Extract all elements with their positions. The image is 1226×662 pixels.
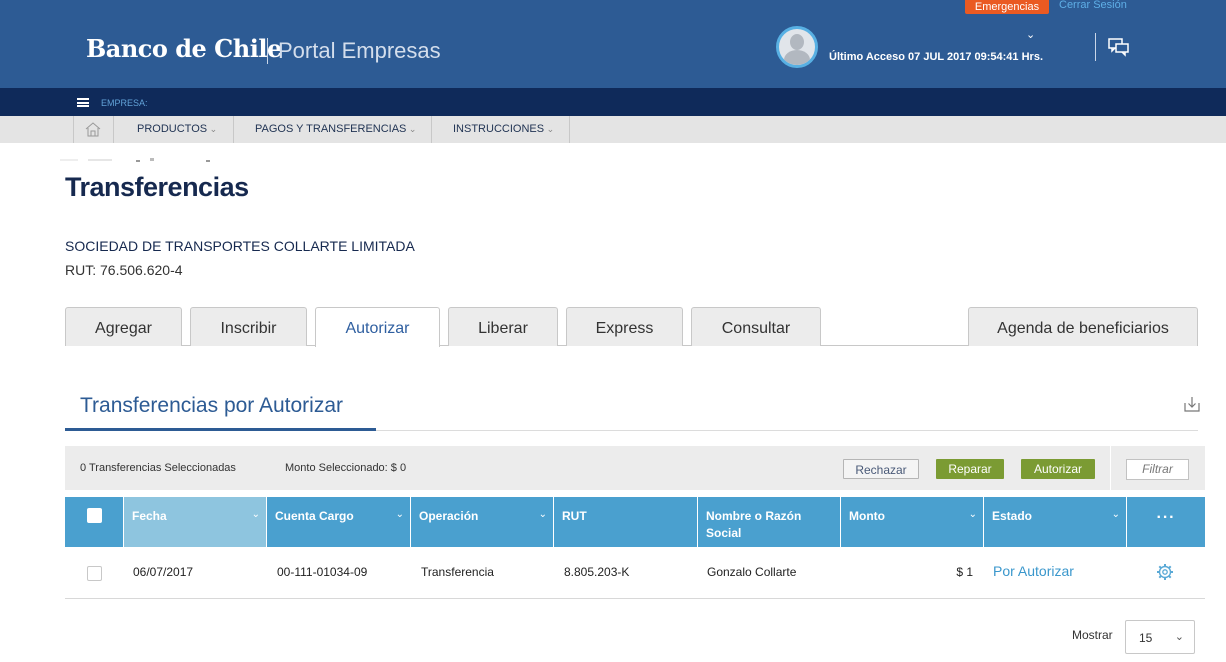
row-checkbox[interactable] xyxy=(87,566,102,581)
last-access-text: Último Acceso 07 JUL 2017 09:54:41 Hrs. xyxy=(829,51,1044,63)
page-size-label: Mostrar xyxy=(1072,628,1113,642)
gear-icon[interactable] xyxy=(1156,563,1174,581)
select-all-cell xyxy=(65,497,123,547)
tab-express[interactable]: Express xyxy=(566,307,683,346)
menu-icon[interactable] xyxy=(77,98,89,107)
column-cuenta-cargo[interactable]: Cuenta Cargo ⌄ xyxy=(267,497,410,547)
selected-amount: Monto Seleccionado: $ 0 xyxy=(285,462,407,474)
column-label: Estado xyxy=(992,509,1033,523)
column-label: Operación xyxy=(419,509,479,523)
nav-label: PRODUCTOS xyxy=(137,123,208,135)
column-label: RUT xyxy=(562,509,587,523)
main-nav: PRODUCTOS ⌄ PAGOS Y TRANSFERENCIAS ⌄ INS… xyxy=(0,116,1226,143)
home-icon xyxy=(85,122,101,137)
page-size-value: 15 xyxy=(1139,631,1153,645)
nav-productos[interactable]: PRODUCTOS ⌄ xyxy=(113,116,233,143)
emergency-button[interactable]: Emergencias xyxy=(965,0,1049,14)
page-size-select[interactable]: 15 ⌄ xyxy=(1125,620,1195,654)
selected-count: 0 Transferencias Seleccionadas xyxy=(80,462,236,474)
portal-title: Portal Empresas xyxy=(278,38,441,63)
table-row: 06/07/2017 00-111-01034-09 Transferencia… xyxy=(65,547,1205,599)
column-label: Nombre o Razón Social xyxy=(706,509,802,540)
tab-agenda-beneficiarios[interactable]: Agenda de beneficiarios xyxy=(968,307,1198,346)
empresa-label: EMPRESA: xyxy=(101,98,148,108)
chevron-down-icon: ⌄ xyxy=(1111,509,1120,520)
breadcrumb-remnant xyxy=(60,158,210,162)
column-rut[interactable]: RUT xyxy=(554,497,697,547)
cell-operacion: Transferencia xyxy=(421,565,494,579)
nav-label: PAGOS Y TRANSFERENCIAS xyxy=(255,123,407,135)
chevron-down-icon: ⌄ xyxy=(538,509,547,520)
chevron-down-icon: ⌄ xyxy=(207,124,218,134)
chevron-down-icon: ⌄ xyxy=(251,509,260,520)
section-underline xyxy=(65,428,376,431)
column-monto[interactable]: Monto ⌄ xyxy=(841,497,983,547)
cell-fecha: 06/07/2017 xyxy=(133,565,194,579)
tab-consultar[interactable]: Consultar xyxy=(691,307,821,346)
table-header: Fecha ⌄ Cuenta Cargo ⌄ Operación ⌄ RUT Nomb… xyxy=(65,497,1205,547)
action-bar: 0 Transferencias Seleccionadas Monto Sel… xyxy=(65,446,1205,490)
chevron-down-icon: ⌄ xyxy=(406,124,417,134)
tab-inscribir[interactable]: Inscribir xyxy=(190,307,307,346)
column-estado[interactable]: Estado ⌄ xyxy=(984,497,1126,547)
company-rut: RUT: 76.506.620-4 xyxy=(65,262,183,278)
download-icon[interactable] xyxy=(1184,396,1200,412)
chevron-down-icon: ⌄ xyxy=(544,124,555,134)
filter-input[interactable]: Filtrar xyxy=(1126,459,1189,480)
reject-button[interactable]: Rechazar xyxy=(843,459,919,479)
bank-logo[interactable]: Banco de Chile xyxy=(86,34,282,63)
header-divider xyxy=(1095,33,1096,61)
column-nombre[interactable]: Nombre o Razón Social xyxy=(698,497,840,547)
column-label: Fecha xyxy=(132,509,167,523)
cell-cuenta: 00-111-01034-09 xyxy=(277,565,368,579)
column-operacion[interactable]: Operación ⌄ xyxy=(411,497,553,547)
tab-liberar[interactable]: Liberar xyxy=(448,307,558,346)
column-label: Cuenta Cargo xyxy=(275,509,354,523)
cell-rut: 8.805.203-K xyxy=(564,565,630,579)
column-label: Monto xyxy=(849,509,885,523)
status-link[interactable]: Por Autorizar xyxy=(993,563,1074,579)
cell-nombre: Gonzalo Collarte xyxy=(707,565,797,579)
nav-instrucciones[interactable]: INSTRUCCIONES ⌄ xyxy=(431,116,570,143)
repair-button[interactable]: Reparar xyxy=(936,459,1004,479)
section-title: Transferencias por Autorizar xyxy=(80,394,344,417)
chevron-down-icon[interactable]: ⌄ xyxy=(1026,28,1035,41)
chevron-down-icon: ⌄ xyxy=(395,509,404,520)
empresa-bar: EMPRESA: xyxy=(0,88,1226,116)
select-all-checkbox[interactable] xyxy=(87,508,102,523)
page-title: Transferencias xyxy=(65,172,249,202)
tab-autorizar[interactable]: Autorizar xyxy=(315,307,440,347)
logout-link[interactable]: Cerrar Sesión xyxy=(1059,0,1127,11)
nav-home[interactable] xyxy=(73,116,113,143)
column-fecha[interactable]: Fecha ⌄ xyxy=(124,497,266,547)
nav-label: INSTRUCCIONES xyxy=(453,123,545,135)
company-name: SOCIEDAD DE TRANSPORTES COLLARTE LIMITAD… xyxy=(65,238,415,254)
authorize-button[interactable]: Autorizar xyxy=(1021,459,1095,479)
user-avatar[interactable] xyxy=(776,26,818,68)
nav-pagos-transferencias[interactable]: PAGOS Y TRANSFERENCIAS ⌄ xyxy=(233,116,431,143)
more-options-button[interactable]: ··· xyxy=(1127,497,1205,547)
chevron-down-icon: ⌄ xyxy=(1174,631,1184,643)
chevron-down-icon: ⌄ xyxy=(968,509,977,520)
action-divider xyxy=(1110,446,1111,490)
top-header: Emergencias Cerrar Sesión Banco de Chile… xyxy=(0,0,1226,88)
cell-monto: $ 1 xyxy=(956,565,973,579)
logo-divider xyxy=(267,38,268,64)
tab-agregar[interactable]: Agregar xyxy=(65,307,182,346)
chat-icon[interactable] xyxy=(1108,36,1130,58)
